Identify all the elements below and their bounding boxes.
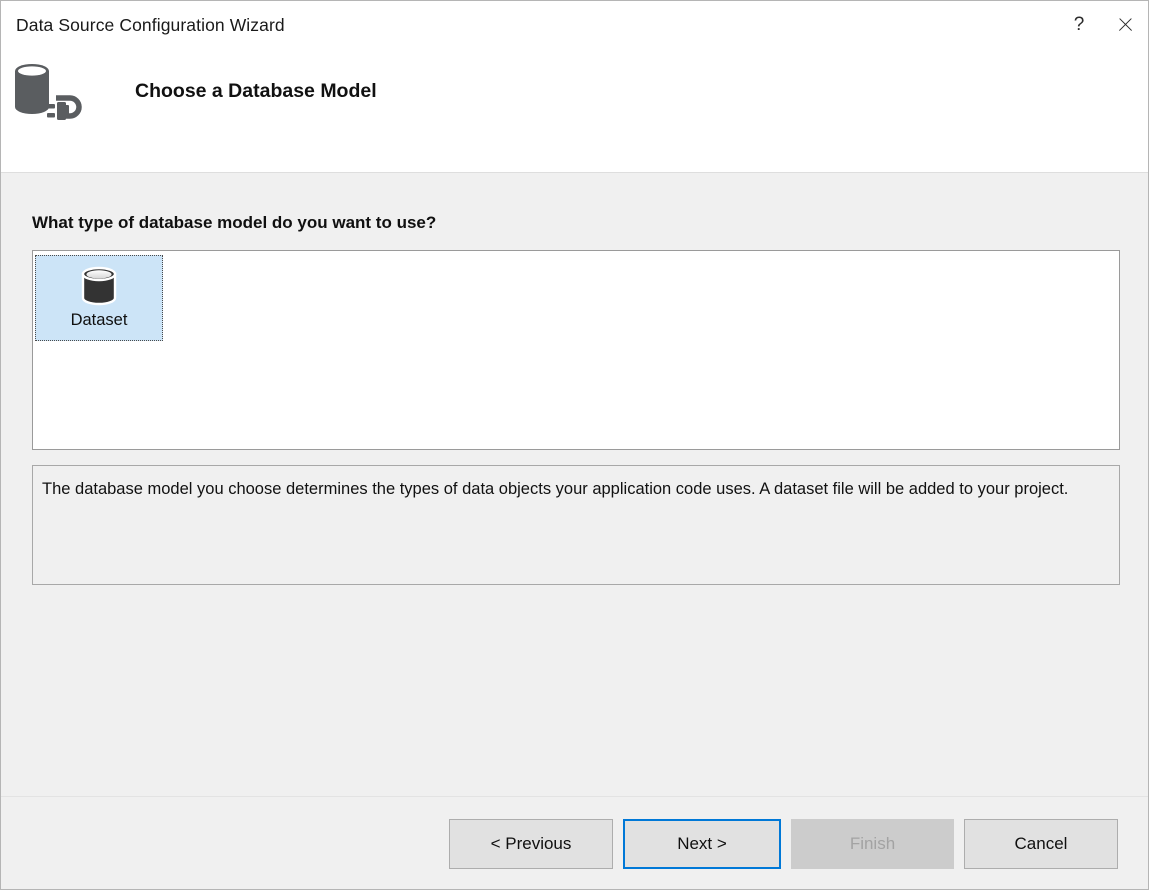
next-button[interactable]: Next > <box>623 819 781 869</box>
database-cylinder-icon <box>75 262 123 310</box>
help-button[interactable]: ? <box>1056 1 1102 47</box>
finish-button: Finish <box>791 819 954 869</box>
page-title: Choose a Database Model <box>135 80 377 103</box>
close-icon <box>1117 16 1134 33</box>
close-button[interactable] <box>1102 1 1148 47</box>
previous-button[interactable]: < Previous <box>449 819 613 869</box>
wizard-header: Data Source Configuration Wizard ? <box>1 1 1148 173</box>
title-bar-buttons: ? <box>1056 1 1148 47</box>
title-bar: Data Source Configuration Wizard ? <box>1 1 1148 55</box>
window-title: Data Source Configuration Wizard <box>16 15 285 36</box>
header-banner: Choose a Database Model <box>1 55 377 127</box>
wizard-body: What type of database model do you want … <box>1 173 1148 889</box>
navigation-buttons: < Previous Next > Finish Cancel <box>449 819 1118 869</box>
question-label: What type of database model do you want … <box>32 213 436 233</box>
question-mark-icon: ? <box>1074 15 1085 34</box>
database-model-list[interactable]: Dataset <box>32 250 1120 450</box>
model-tile-label: Dataset <box>71 311 128 329</box>
model-description-text: The database model you choose determines… <box>42 477 1107 503</box>
model-tile-dataset[interactable]: Dataset <box>35 255 163 341</box>
database-plug-icon <box>1 55 93 127</box>
wizard-footer: < Previous Next > Finish Cancel <box>1 797 1148 889</box>
model-description-box: The database model you choose determines… <box>32 465 1120 585</box>
wizard-window: Data Source Configuration Wizard ? <box>0 0 1149 890</box>
cancel-button[interactable]: Cancel <box>964 819 1118 869</box>
